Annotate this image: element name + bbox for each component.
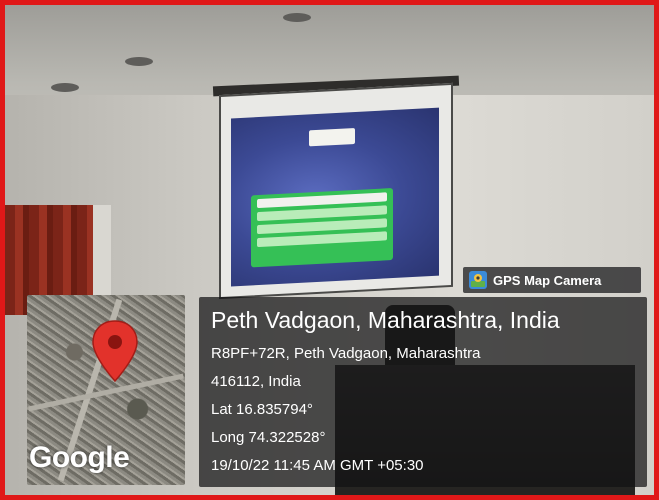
latitude: Lat 16.835794° xyxy=(211,401,313,418)
projected-button xyxy=(309,128,355,147)
gps-map-camera-badge: GPS Map Camera xyxy=(463,267,641,293)
map-thumbnail: Google xyxy=(27,295,185,485)
photo-frame: Google GPS Map Camera Peth Vadgaon, Maha… xyxy=(0,0,659,500)
gps-map-camera-app-icon xyxy=(469,271,487,289)
location-info-panel: Peth Vadgaon, Maharashtra, India R8PF+72… xyxy=(199,297,647,487)
projected-list-panel xyxy=(251,188,393,268)
google-watermark: Google xyxy=(29,441,130,474)
projected-slide xyxy=(231,107,439,287)
badge-label: GPS Map Camera xyxy=(493,272,602,288)
location-title: Peth Vadgaon, Maharashtra, India xyxy=(211,307,560,333)
ceiling-light xyxy=(283,13,311,22)
projected-list-row xyxy=(257,231,387,248)
ceiling-light xyxy=(51,83,79,92)
address-line-2: 416112, India xyxy=(211,373,301,390)
address-line-1: R8PF+72R, Peth Vadgaon, Maharashtra xyxy=(211,345,481,362)
longitude: Long 74.322528° xyxy=(211,429,326,446)
ceiling-light xyxy=(125,57,153,66)
timestamp: 19/10/22 11:45 AM GMT +05:30 xyxy=(211,457,424,474)
projector-screen xyxy=(219,82,453,300)
map-pin-icon xyxy=(92,320,138,383)
